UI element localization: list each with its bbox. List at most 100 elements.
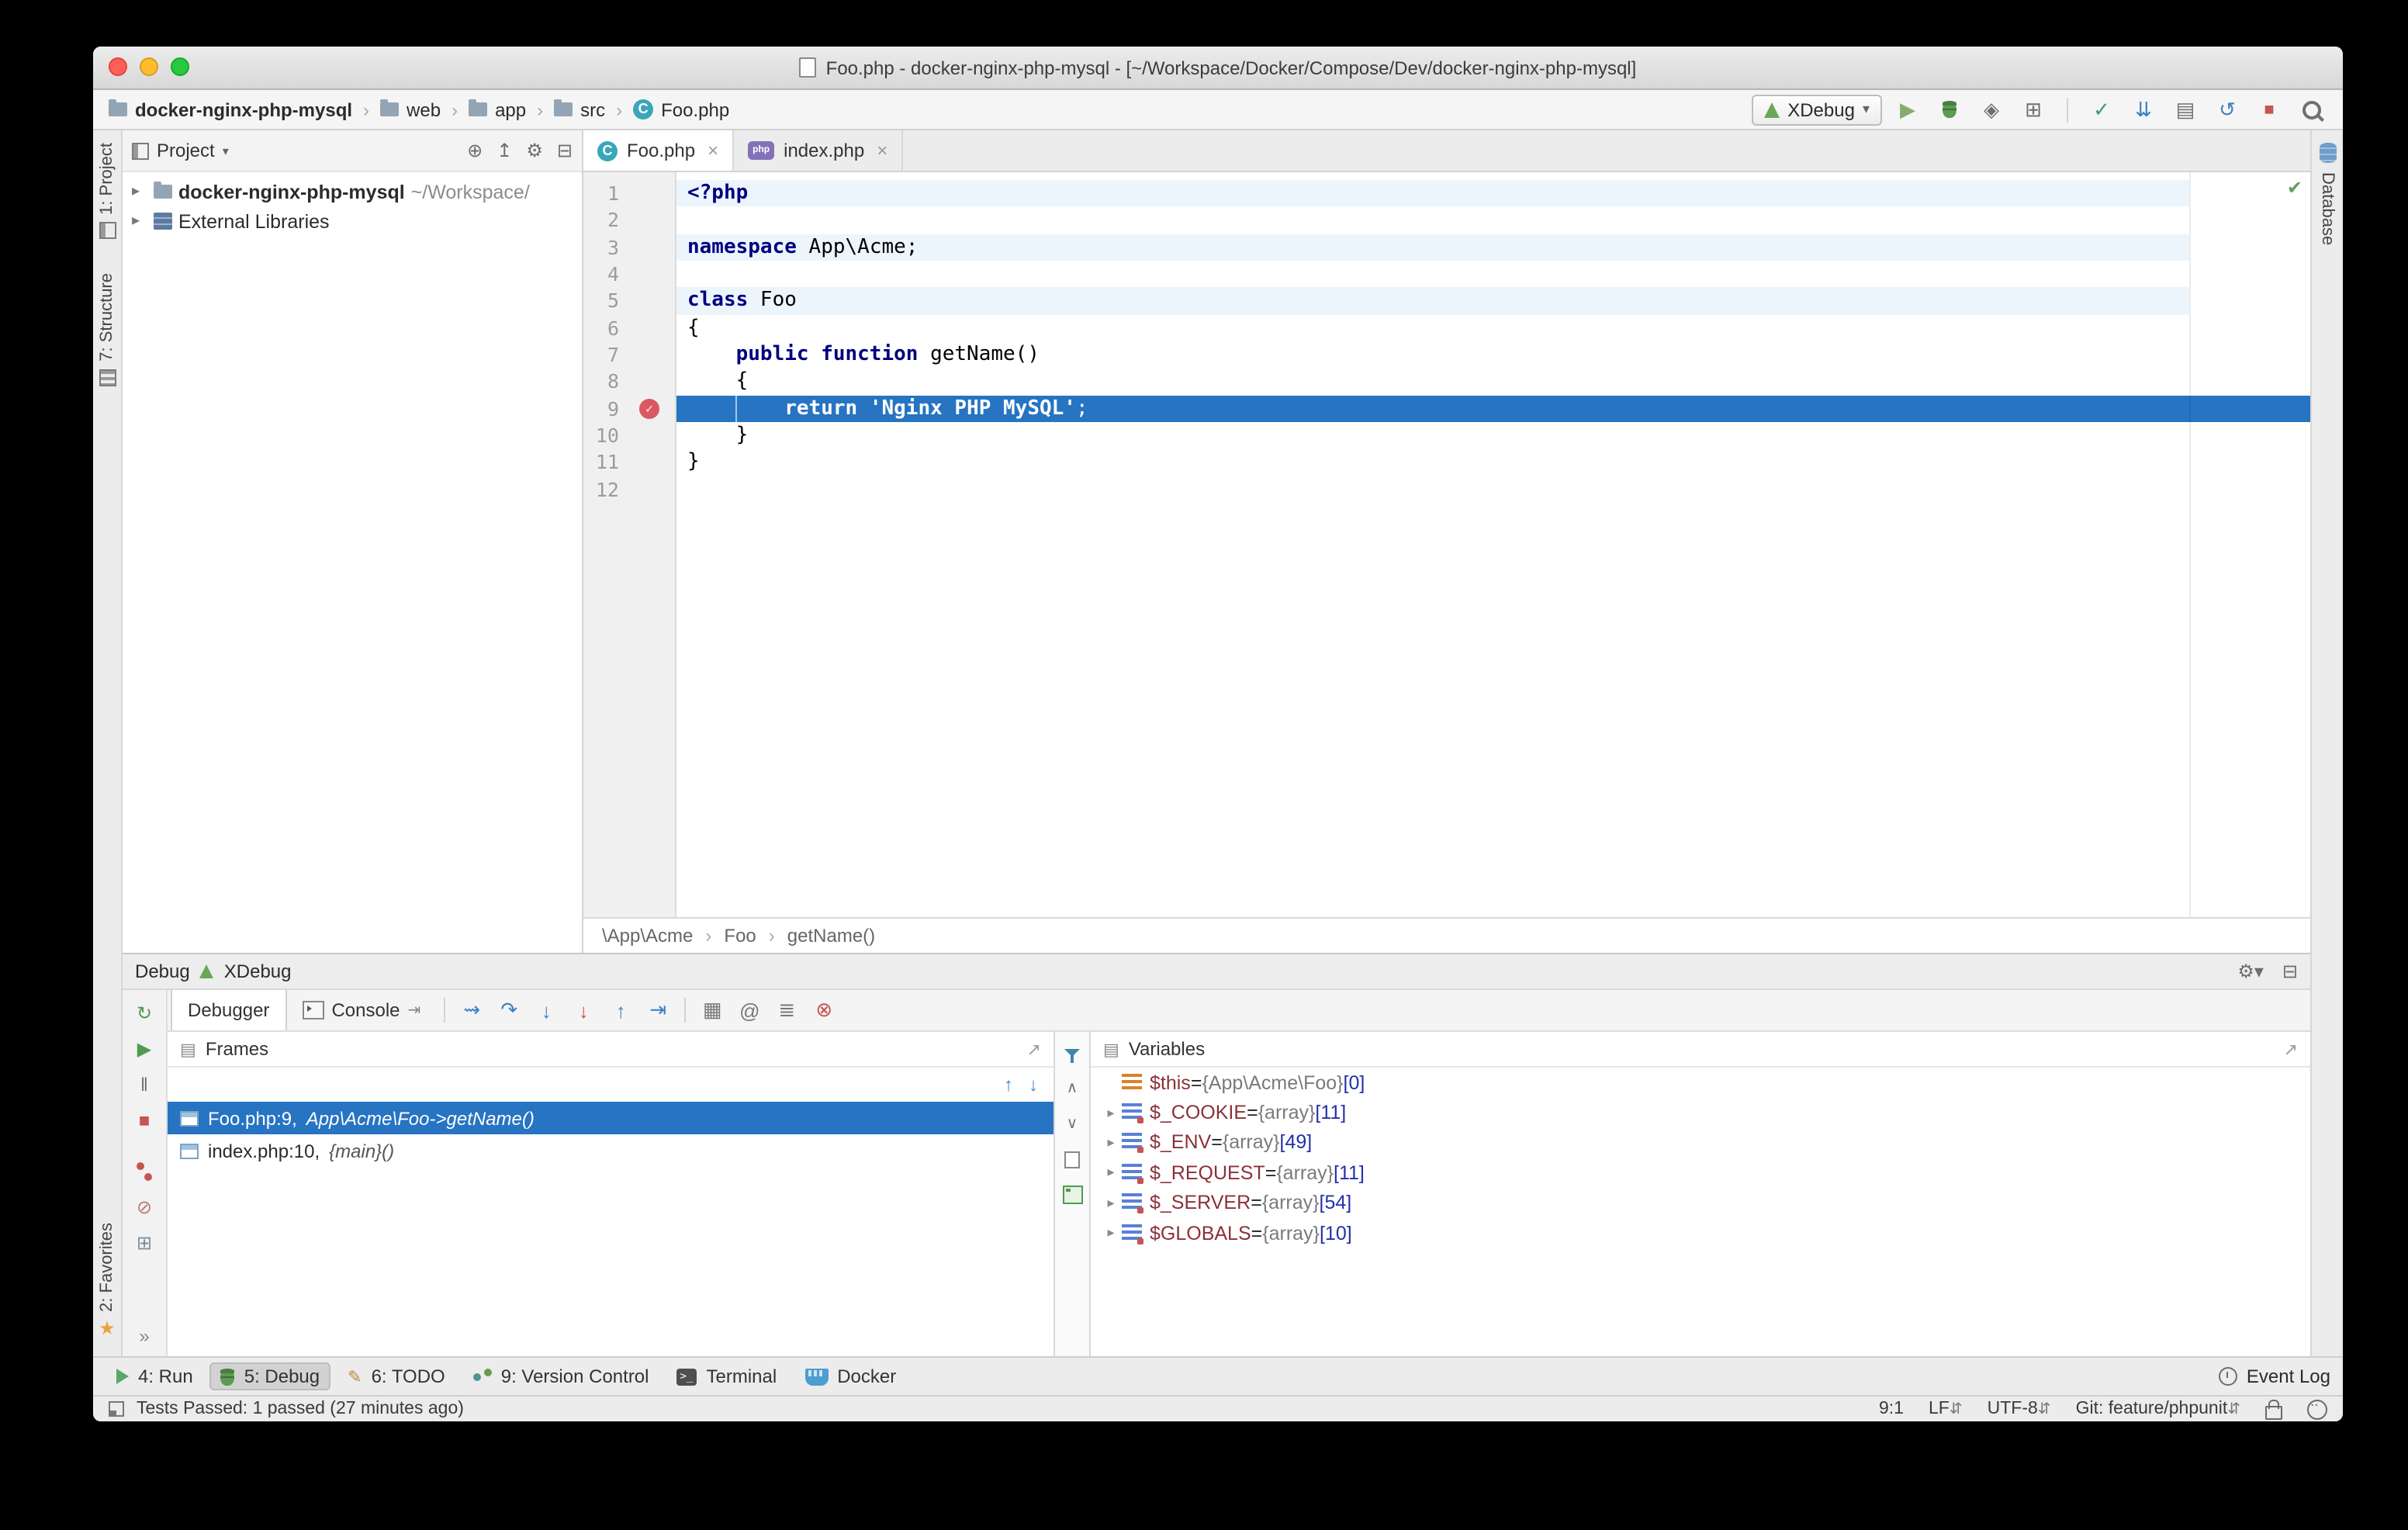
lock-icon[interactable] — [2265, 1405, 2282, 1419]
tool-tab-todo[interactable]: ✎ 6: TODO — [337, 1362, 456, 1390]
drop-frame-button[interactable]: ⊗ — [805, 993, 842, 1027]
watches-button[interactable]: ≣ — [768, 993, 805, 1027]
stack-frame-row[interactable]: index.php:10, {main}() — [168, 1134, 1054, 1167]
resume-button[interactable]: ▶ — [123, 1030, 166, 1066]
code-line[interactable] — [676, 476, 2310, 503]
tool-tab-favorites[interactable]: 2: Favorites ★ — [98, 1222, 116, 1338]
editor-code[interactable]: <?phpnamespace App\Acme;class Foo{ publi… — [676, 172, 2310, 917]
close-window-button[interactable] — [109, 57, 127, 76]
tool-window-toggle-icon[interactable] — [109, 1401, 124, 1417]
code-line[interactable]: namespace App\Acme; — [676, 234, 2310, 261]
expand-arrow-icon[interactable]: ▸ — [1100, 1224, 1122, 1241]
run-config-selector[interactable]: XDebug ▾ — [1752, 94, 1882, 125]
event-log-button[interactable]: Event Log — [2219, 1366, 2330, 1387]
gear-icon[interactable]: ⚙▾ — [2237, 961, 2264, 982]
code-line[interactable]: return 'Nginx PHP MySQL'; — [676, 395, 2310, 422]
gutter-line[interactable]: 8 — [583, 369, 675, 396]
mute-breakpoints-button[interactable]: ⊘ — [123, 1189, 166, 1224]
step-into-button[interactable]: ↓ — [528, 993, 565, 1027]
variable-row[interactable]: ▸$GLOBALS = {array} [10] — [1091, 1218, 2310, 1248]
gutter-line[interactable]: 9✓ — [583, 395, 675, 422]
breakpoint-icon[interactable]: ✓ — [639, 398, 659, 418]
show-execution-point-button[interactable]: ⇝ — [453, 993, 490, 1027]
breadcrumb-namespace[interactable]: \App\Acme — [602, 925, 693, 947]
changes-button[interactable]: ▤ — [2169, 94, 2202, 125]
code-line[interactable]: } — [676, 449, 2310, 476]
tool-tab-run[interactable]: 4: Run — [106, 1362, 204, 1390]
caret-position-widget[interactable]: 9:1 — [1879, 1400, 1904, 1418]
expand-arrow-icon[interactable]: ▸ — [1100, 1104, 1122, 1121]
gutter-line[interactable]: 2 — [583, 207, 675, 234]
expand-arrow-icon[interactable]: ▸ — [1100, 1195, 1122, 1212]
gutter-line[interactable]: 3 — [583, 234, 675, 261]
tab-console[interactable]: Console ⇥ — [286, 990, 436, 1030]
encoding-widget[interactable]: UTF-8⇵ — [1988, 1400, 2051, 1418]
gutter-line[interactable]: 12 — [583, 476, 675, 503]
hide-panel-button[interactable]: ⊟ — [2282, 961, 2298, 982]
rollback-button[interactable]: ↺ — [2211, 94, 2244, 125]
breadcrumb-item-web[interactable]: web — [380, 99, 441, 120]
code-line[interactable]: } — [676, 422, 2310, 449]
next-occurrence-button[interactable]: ∨ — [1067, 1113, 1078, 1134]
gutter-line[interactable]: 7 — [583, 341, 675, 369]
pause-button[interactable]: ‖ — [123, 1066, 166, 1102]
tool-tab-structure[interactable]: 7: Structure — [98, 274, 116, 387]
filter-frames-button[interactable] — [1064, 1041, 1080, 1063]
more-options-icon[interactable]: » — [123, 1317, 166, 1353]
status-message[interactable]: Tests Passed: 1 passed (27 minutes ago) — [137, 1400, 464, 1418]
breadcrumb-item-root[interactable]: docker-nginx-php-mysql — [109, 99, 352, 120]
tool-tab-database[interactable]: Database — [2318, 172, 2337, 245]
commit-button[interactable]: ✓ — [2085, 94, 2118, 125]
float-panel-icon[interactable]: ↗ — [2284, 1039, 2298, 1059]
close-tab-icon[interactable]: × — [877, 140, 887, 161]
variable-row[interactable]: $this = {App\Acme\Foo} [0] — [1091, 1068, 2310, 1098]
gutter-line[interactable]: 6 — [583, 314, 675, 341]
step-over-button[interactable]: ↷ — [490, 993, 528, 1027]
code-line[interactable] — [676, 261, 2310, 288]
gutter-line[interactable]: 10 — [583, 422, 675, 449]
open-console-button[interactable] — [1062, 1184, 1082, 1206]
export-stack-button[interactable] — [1064, 1148, 1080, 1170]
titlebar[interactable]: Foo.php - docker-nginx-php-mysql - [~/Wo… — [93, 47, 2343, 90]
zoom-window-button[interactable] — [171, 57, 189, 76]
close-tab-icon[interactable]: × — [708, 140, 718, 161]
collapse-all-button[interactable]: ↥ — [496, 140, 512, 161]
variable-row[interactable]: ▸$_COOKIE = {array} [11] — [1091, 1098, 2310, 1128]
project-root-row[interactable]: ▸ docker-nginx-php-mysql ~/Workspace/ — [123, 177, 582, 206]
locate-file-button[interactable]: ⊕ — [467, 140, 483, 161]
expand-arrow-icon[interactable]: ▸ — [132, 183, 147, 200]
stack-frame-row[interactable]: Foo.php:9, App\Acme\Foo->getName() — [168, 1102, 1054, 1134]
search-everywhere-button[interactable] — [2295, 94, 2327, 125]
inspections-ok-icon[interactable]: ✔ — [2287, 177, 2302, 199]
run-button[interactable]: ▶ — [1891, 94, 1924, 125]
expand-arrow-icon[interactable]: ▸ — [1100, 1165, 1122, 1182]
external-libraries-row[interactable]: ▸ External Libraries — [123, 206, 582, 236]
expand-arrow-icon[interactable]: ▸ — [1100, 1134, 1122, 1151]
inline-values-button[interactable]: @ — [731, 993, 768, 1027]
tab-debugger[interactable]: Debugger — [171, 990, 286, 1030]
code-line[interactable]: { — [676, 369, 2310, 396]
gutter-line[interactable]: 11 — [583, 449, 675, 476]
line-separator-widget[interactable]: LF⇵ — [1929, 1400, 1963, 1418]
code-line[interactable]: class Foo — [676, 288, 2310, 315]
variable-row[interactable]: ▸$_SERVER = {array} [54] — [1091, 1188, 2310, 1218]
git-branch-widget[interactable]: Git: feature/phpunit⇵ — [2076, 1400, 2240, 1418]
code-line[interactable]: { — [676, 314, 2310, 341]
previous-occurrence-button[interactable]: ∧ — [1067, 1077, 1078, 1099]
breadcrumb-item-app[interactable]: app — [469, 99, 526, 120]
code-line[interactable] — [676, 207, 2310, 234]
code-editor[interactable]: 123456789✓101112 <?phpnamespace App\Acme… — [583, 172, 2310, 917]
code-line[interactable]: <?php — [676, 180, 2310, 207]
tool-tab-debug[interactable]: 5: Debug — [210, 1362, 330, 1390]
stop-debug-button[interactable]: ■ — [123, 1102, 166, 1137]
expand-arrow-icon[interactable]: ▸ — [132, 213, 147, 230]
restore-layout-button[interactable]: ⊞ — [123, 1224, 166, 1260]
gutter-line[interactable]: 1 — [583, 180, 675, 207]
hide-panel-button[interactable]: ⊟ — [557, 140, 573, 161]
breadcrumb-item-file[interactable]: C Foo.php — [633, 99, 729, 120]
gutter-line[interactable]: 5 — [583, 288, 675, 315]
float-panel-icon[interactable]: ↗ — [1027, 1039, 1041, 1059]
step-out-button[interactable]: ↑ — [602, 993, 639, 1027]
breadcrumb-method[interactable]: getName() — [787, 925, 875, 947]
variable-row[interactable]: ▸$_ENV = {array} [49] — [1091, 1128, 2310, 1158]
